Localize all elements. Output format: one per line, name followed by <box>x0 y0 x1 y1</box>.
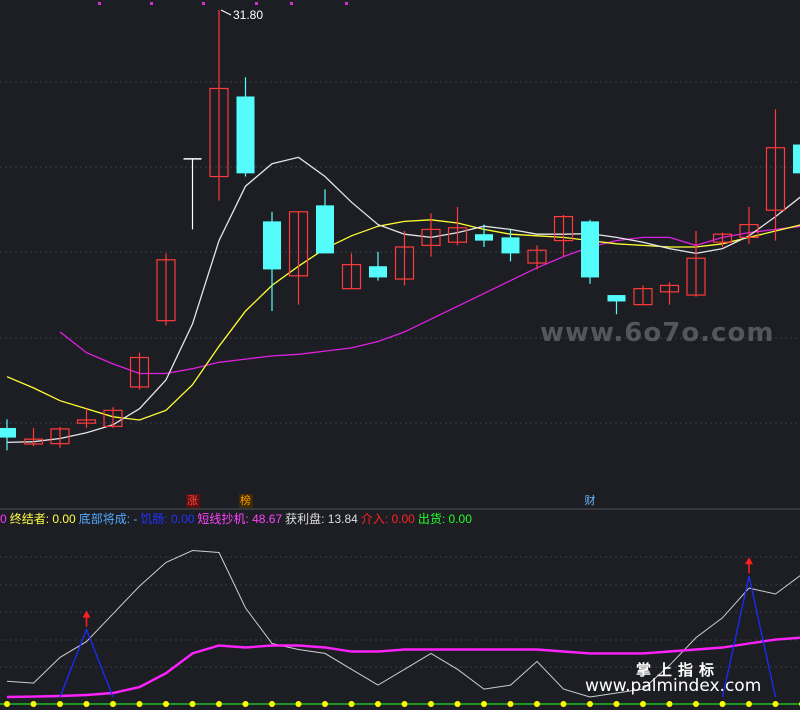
osc-dot-23 <box>613 701 620 707</box>
candle-body-12 <box>316 205 334 254</box>
candle-body-22 <box>581 221 599 278</box>
osc-dot-1 <box>30 701 37 707</box>
candle-body-0 <box>0 427 16 438</box>
event-marker-0: 涨 <box>185 494 200 508</box>
legend-item-0: 0 <box>0 512 7 526</box>
candle-body-10 <box>263 221 281 270</box>
candle-body-14 <box>369 266 387 278</box>
osc-dot-27 <box>719 701 726 707</box>
osc-dot-18 <box>481 701 487 707</box>
top-dot-0 <box>98 2 101 5</box>
osc-dot-22 <box>587 701 593 707</box>
osc-dot-26 <box>693 701 699 707</box>
osc-dot-5 <box>136 701 143 707</box>
osc-dot-29 <box>772 701 779 707</box>
osc-dot-15 <box>401 701 408 707</box>
event-marker-2: 财 <box>584 495 596 507</box>
indicator-legend: 0 终结者: 0.00 底部将成: - 饥肠: 0.00 短线抄机: 48.67 获利盘:… <box>0 510 475 526</box>
ma-magenta-line <box>59 225 800 375</box>
watermark-6070: www.6o7o.com <box>540 318 775 348</box>
ma-white-line <box>6 156 800 444</box>
legend-item-3: 饥肠: 0.00 <box>140 512 195 526</box>
top-dot-2 <box>202 2 205 5</box>
osc-dot-11 <box>295 701 302 707</box>
candle-body-9 <box>236 96 255 174</box>
top-dot-1 <box>150 2 153 5</box>
osc-dot-16 <box>428 701 434 707</box>
candle-body-18 <box>475 234 493 241</box>
osc-dot-0 <box>4 701 10 707</box>
high-price-label: 31.80 <box>233 8 263 22</box>
buy-arrow-head-1 <box>745 557 753 565</box>
osc-dot-24 <box>640 701 646 707</box>
candle-body-19 <box>501 237 520 254</box>
candle-body-30 <box>793 144 800 174</box>
legend-item-7: 出货: 0.00 <box>417 512 472 526</box>
candlestick-chart[interactable]: 31.80 <box>0 0 800 710</box>
osc-dot-28 <box>746 701 752 707</box>
watermark-palmindex: www.palmindex.com <box>585 676 762 696</box>
legend-item-6: 介入: 0.00 <box>360 512 415 526</box>
osc-dot-19 <box>507 701 514 707</box>
buy-arrow-head-0 <box>82 610 91 618</box>
osc-dot-4 <box>110 701 116 707</box>
osc-dot-25 <box>666 701 673 707</box>
top-dot-5 <box>345 2 348 5</box>
top-dot-4 <box>290 2 293 5</box>
osc-dot-6 <box>163 701 169 707</box>
legend-item-5: 获利盘: 13.84 <box>285 512 358 526</box>
osc-dot-10 <box>269 701 275 707</box>
osc-dot-17 <box>454 701 461 707</box>
osc-dot-7 <box>189 701 196 707</box>
candle-body-23 <box>607 295 626 302</box>
osc-dot-14 <box>375 701 381 707</box>
osc-dot-2 <box>57 701 63 707</box>
high-pointer <box>220 9 232 16</box>
osc-dot-13 <box>348 701 355 707</box>
osc-dot-8 <box>216 701 222 707</box>
legend-item-1: 终结者: 0.00 <box>9 512 76 526</box>
top-dot-3 <box>255 2 258 5</box>
osc-dot-21 <box>560 701 567 707</box>
osc-dot-3 <box>83 701 90 707</box>
osc-dot-12 <box>322 701 328 707</box>
osc-dot-20 <box>534 701 540 707</box>
legend-item-2: 底部将成: - <box>78 512 138 526</box>
legend-item-4: 短线抄机: 48.67 <box>197 512 283 526</box>
osc-dot-9 <box>242 701 249 707</box>
event-marker-1: 榜 <box>238 494 253 508</box>
